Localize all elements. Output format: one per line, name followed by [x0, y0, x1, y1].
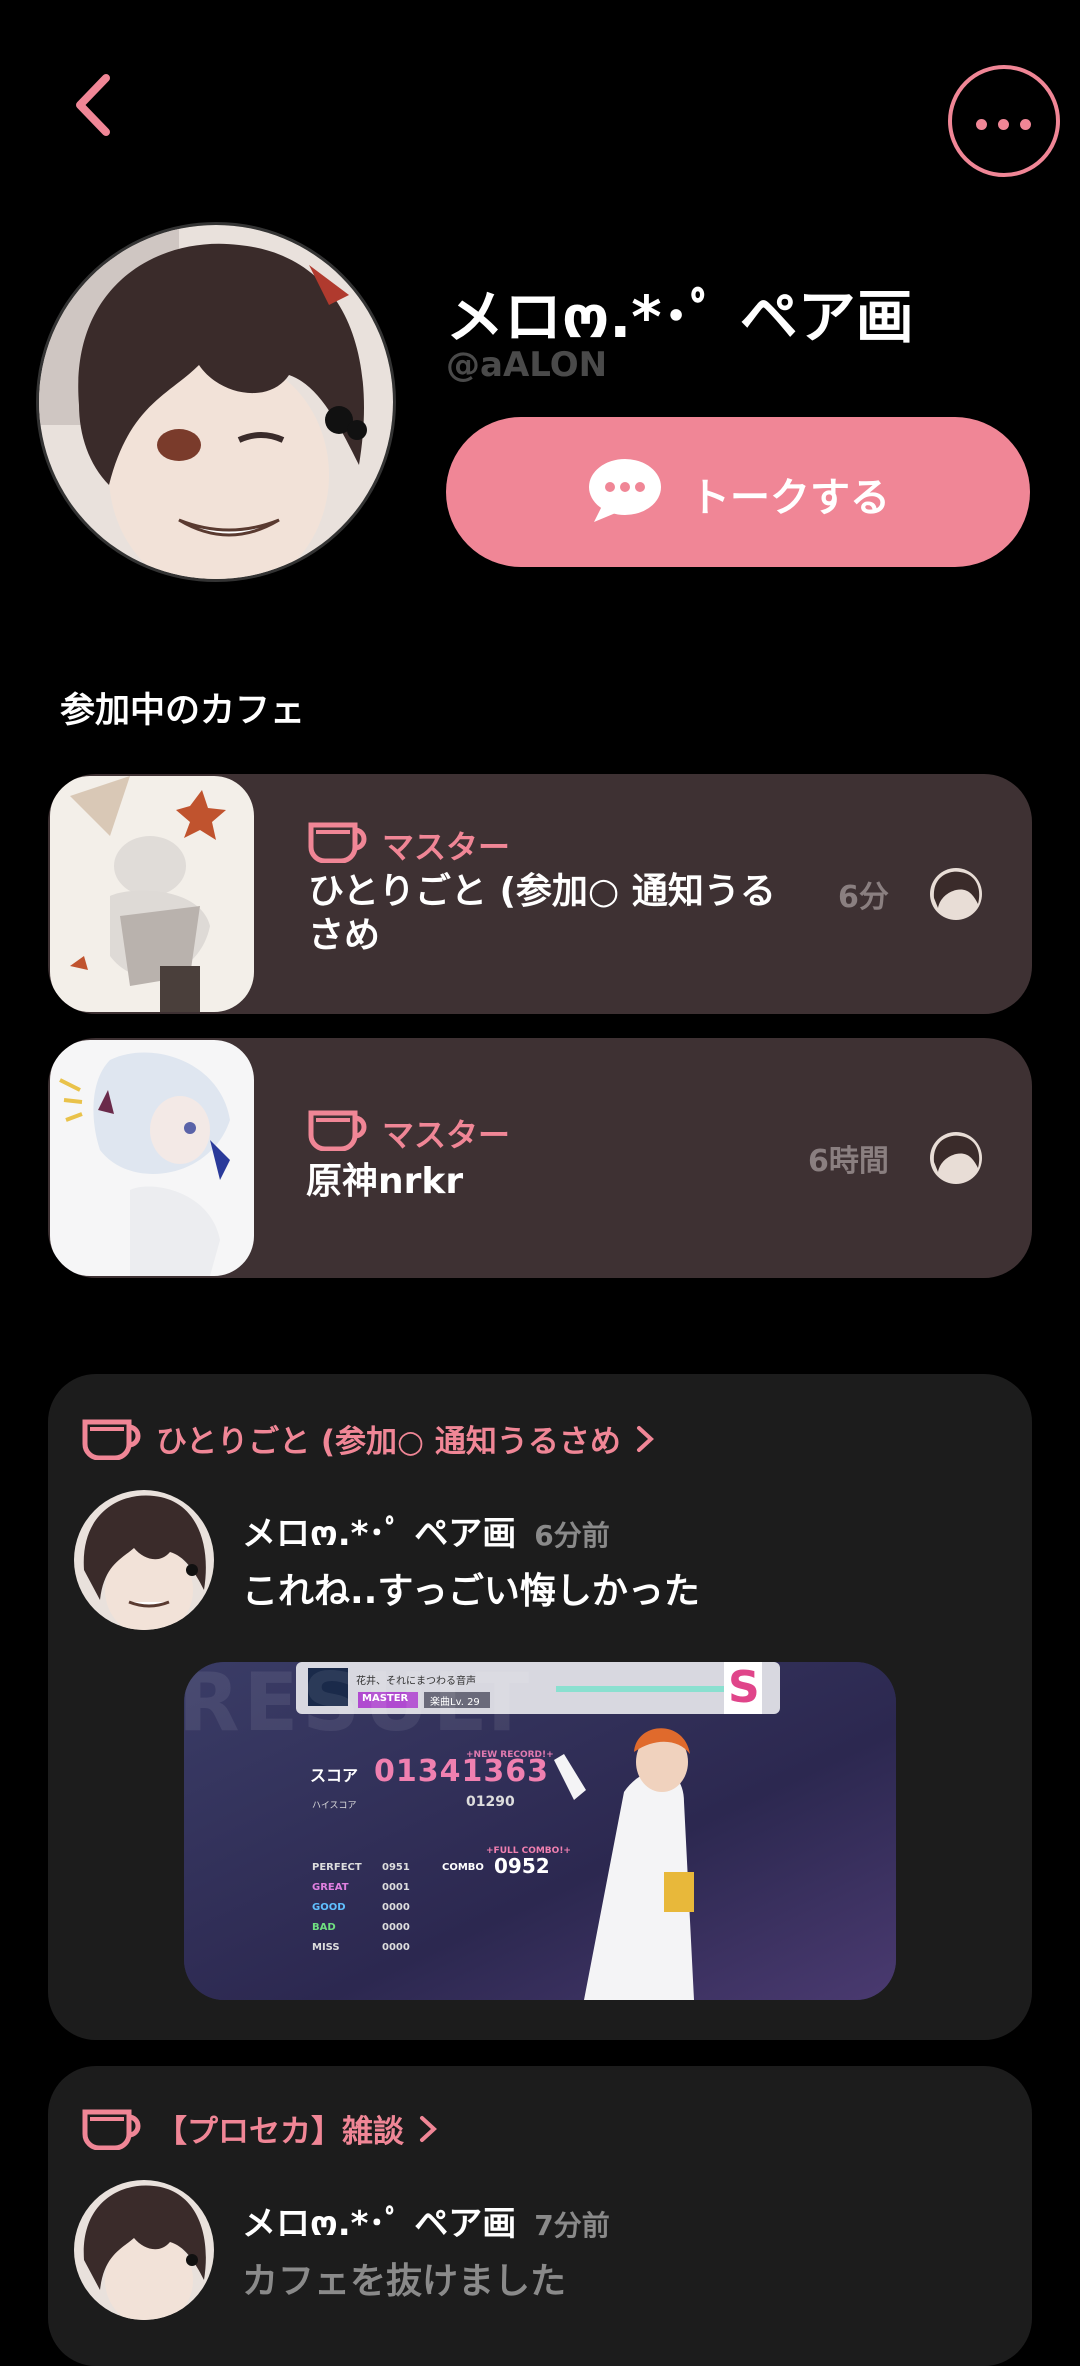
coffee-cup-icon	[82, 2109, 141, 2150]
post-author-line: メロო.*･ﾟ ペア画 7分前	[242, 2196, 610, 2245]
post-cafe-name: 【プロセカ】雑談	[156, 2114, 404, 2150]
cafe-updated-time: 6時間	[808, 1144, 889, 1179]
back-button[interactable]	[70, 70, 120, 140]
cafe-thumbnail	[50, 1040, 254, 1276]
post-text: カフェを抜けました	[242, 2261, 567, 2302]
section-title: 参加中のカフェ	[60, 691, 306, 731]
post-author-name: メロო.*･ﾟ ペア画	[242, 2204, 517, 2244]
post-card[interactable]: 【プロセカ】雑談 メロო.*･ﾟ ペア画 7分前 カフェを抜けました	[48, 2066, 1032, 2366]
cafe-member-avatar	[930, 868, 982, 920]
combo-label: COMBO	[442, 1862, 484, 1873]
chevron-right-icon	[636, 1425, 654, 1452]
profile-handle: @aALON	[446, 345, 608, 385]
hiscore-value: 01290	[466, 1794, 515, 1810]
post-image[interactable]: RESULT 花井、それにまつわる音声 MASTER 楽曲Lv. 29 S +N…	[184, 1662, 896, 2000]
post-time: 6分前	[534, 1519, 610, 1552]
difficulty-label: MASTER	[362, 1693, 409, 1704]
post-author-avatar[interactable]	[74, 2180, 214, 2320]
more-options-button[interactable]	[948, 65, 1060, 177]
cafe-role: マスター	[382, 828, 511, 866]
cafe-name: ひとりごと (参加○ 通知うる さめ	[308, 871, 776, 956]
cafe-updated-time: 6分	[838, 880, 889, 915]
coffee-cup-icon	[82, 1419, 141, 1460]
post-card[interactable]: ひとりごと (参加○ 通知うるさめ メロო.*･ﾟ ペア画 6分前 これね..すっ…	[48, 1374, 1032, 2040]
post-time: 7分前	[534, 2209, 610, 2242]
hiscore-label: ハイスコア	[312, 1801, 357, 1811]
post-text: これね..すっごい悔しかった	[242, 1571, 700, 1612]
cafe-member-avatar	[930, 1132, 982, 1184]
cafe-name: 原神nrkr	[306, 1161, 464, 1202]
coffee-cup-icon	[308, 1110, 367, 1151]
cafe-thumbnail	[50, 776, 254, 1012]
rank-badge: S	[728, 1662, 760, 1713]
cafe-role: マスター	[382, 1116, 511, 1154]
post-author-name: メロო.*･ﾟ ペア画	[242, 1514, 517, 1554]
score-label: スコア	[310, 1766, 359, 1785]
talk-button-label: トークする	[690, 475, 890, 521]
combo-value: 0952	[494, 1854, 550, 1878]
coffee-cup-icon	[308, 822, 367, 863]
post-author-avatar[interactable]	[74, 1490, 214, 1630]
profile-name: メロო.*･ﾟ ペア画	[446, 283, 914, 351]
post-author-line: メロო.*･ﾟ ペア画 6分前	[242, 1506, 610, 1555]
cafe-item[interactable]: マスター 原神nrkr 6時間	[48, 1038, 1032, 1278]
chevron-right-icon	[420, 2115, 437, 2142]
post-cafe-link[interactable]: ひとりごと (参加○ 通知うるさめ	[82, 1416, 655, 1461]
song-title: 花井、それにまつわる音声	[356, 1676, 476, 1687]
profile-avatar	[36, 222, 396, 582]
score-value: 01341363	[374, 1754, 549, 1789]
cafe-item[interactable]: マスター ひとりごと (参加○ 通知うる さめ 6分	[48, 774, 1032, 1014]
level-label: 楽曲Lv. 29	[430, 1697, 480, 1708]
post-cafe-link[interactable]: 【プロセカ】雑談	[82, 2106, 438, 2151]
chat-bubble-icon	[589, 459, 661, 522]
chevron-left-icon	[76, 74, 110, 136]
judgement-list: PERFECT 0951 GREAT 0001 GOOD 0000 BAD 0000 M…	[312, 1862, 410, 1953]
post-cafe-name: ひとりごと (参加○ 通知うるさめ	[156, 1424, 621, 1460]
talk-button[interactable]: トークする	[446, 417, 1030, 567]
